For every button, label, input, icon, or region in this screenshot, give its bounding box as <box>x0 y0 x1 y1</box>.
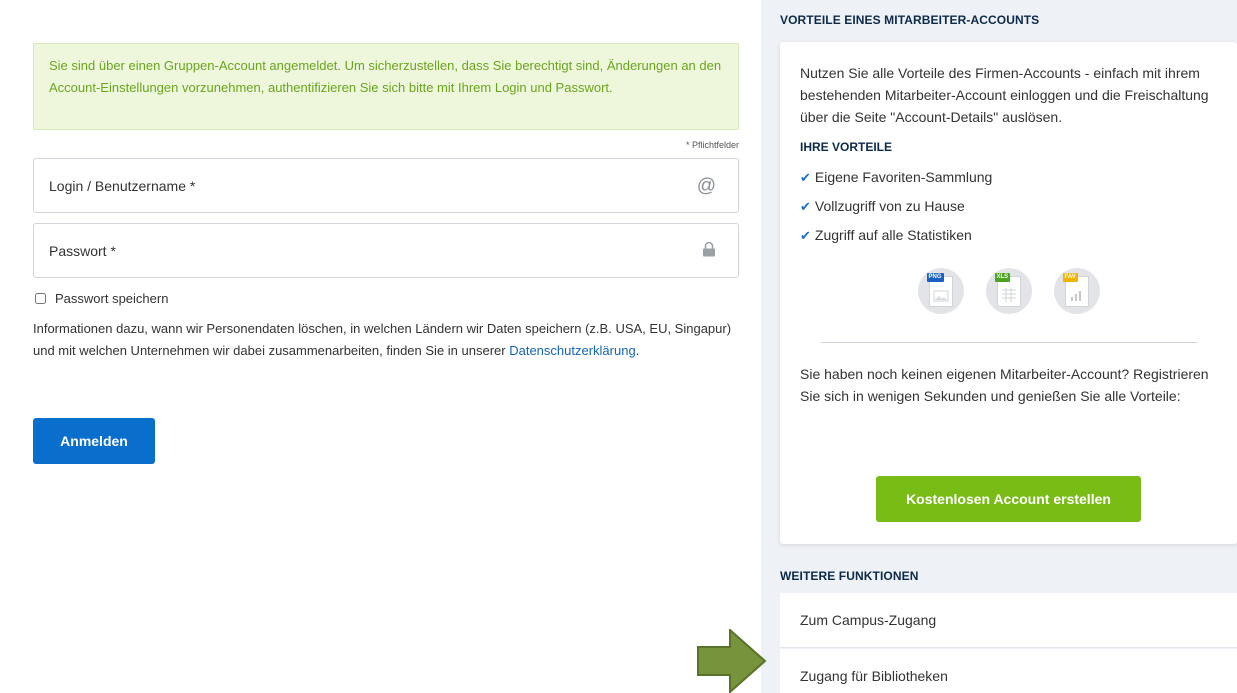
benefit-item: ✔ Zugriff auf alle Statistiken <box>800 227 972 243</box>
png-file-icon: PNG <box>917 268 964 314</box>
username-field[interactable]: @ <box>33 158 739 213</box>
check-icon: ✔ <box>800 228 811 243</box>
password-field[interactable] <box>33 223 739 278</box>
more-functions-title: WEITERE FUNKTIONEN <box>780 569 919 583</box>
fav-file-icon: FAV <box>1053 268 1100 314</box>
benefits-list: ✔ Eigene Favoriten-Sammlung ✔ Vollzugriff … <box>800 163 1217 250</box>
campus-access-link[interactable]: Zum Campus-Zugang <box>780 593 1237 648</box>
benefits-section-title: VORTEILE EINES MITARBEITER-ACCOUNTS <box>780 13 1040 27</box>
required-fields-note: * Pflichtfelder <box>685 140 739 150</box>
remember-password[interactable]: Passwort speichern <box>33 291 168 306</box>
group-account-notice: Sie sind über einen Gruppen-Account ange… <box>33 43 739 130</box>
format-badges: PNG XLS FAV <box>800 268 1217 314</box>
privacy-policy-link[interactable]: Datenschutzerklärung <box>509 343 635 358</box>
password-input[interactable] <box>34 224 738 277</box>
lock-icon <box>702 241 716 260</box>
check-icon: ✔ <box>800 170 811 185</box>
remember-password-label: Passwort speichern <box>55 291 169 306</box>
library-access-link[interactable]: Zugang für Bibliotheken <box>780 649 1237 693</box>
register-prompt: Sie haben noch keinen eigenen Mitarbeite… <box>800 366 1209 404</box>
benefit-item: ✔ Vollzugriff von zu Hause <box>800 198 965 214</box>
benefits-card: Nutzen Sie alle Vorteile des Firmen-Acco… <box>780 42 1237 544</box>
xls-file-icon: XLS <box>985 268 1032 314</box>
arrow-right-icon <box>697 629 767 693</box>
at-icon: @ <box>696 175 716 196</box>
login-button[interactable]: Anmelden <box>33 418 155 464</box>
username-input[interactable] <box>34 159 738 212</box>
benefits-intro: Nutzen Sie alle Vorteile des Firmen-Acco… <box>800 65 1209 125</box>
login-page: Sie sind über einen Gruppen-Account ange… <box>0 0 1237 693</box>
privacy-end: . <box>635 343 640 358</box>
card-divider <box>820 342 1197 343</box>
create-account-button[interactable]: Kostenlosen Account erstellen <box>876 476 1141 522</box>
privacy-info: Informationen dazu, wann wir Personendat… <box>33 318 733 362</box>
remember-password-checkbox[interactable] <box>35 293 46 304</box>
benefit-item: ✔ Eigene Favoriten-Sammlung <box>800 169 993 185</box>
your-benefits-heading: IHRE VORTEILE <box>800 140 893 154</box>
check-icon: ✔ <box>800 199 811 214</box>
